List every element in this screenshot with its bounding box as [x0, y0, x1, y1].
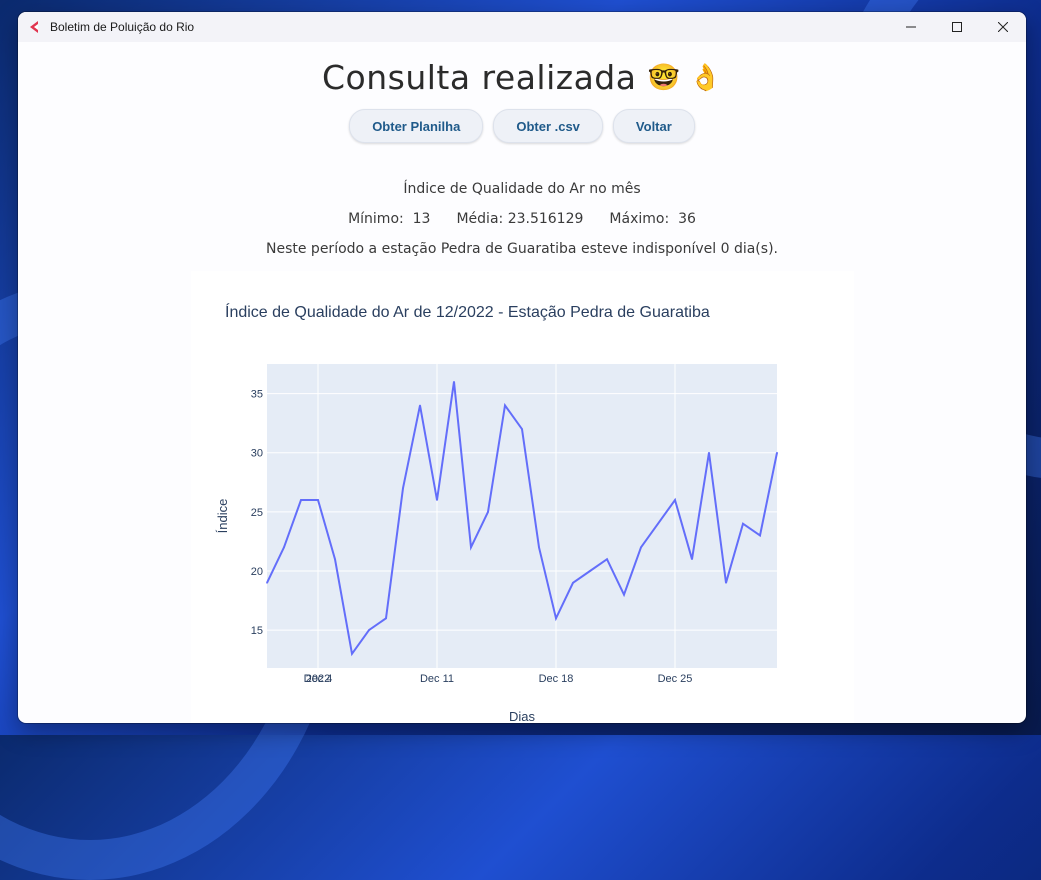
- min-label: Mínimo:: [348, 211, 404, 227]
- data-point: [538, 546, 540, 549]
- data-point: [640, 546, 642, 549]
- data-point: [606, 558, 608, 560]
- x-axis-label: Dias: [509, 709, 536, 723]
- data-point: [385, 617, 387, 620]
- data-point: [453, 380, 455, 383]
- data-point: [266, 582, 268, 584]
- unavailable-notice: Neste período a estação Pedra de Guarati…: [266, 241, 778, 257]
- chart-title: Índice de Qualidade do Ar de 12/2022 - E…: [225, 302, 710, 321]
- plot-area: [267, 364, 777, 668]
- min-value: 13: [412, 211, 431, 227]
- maximize-icon: [952, 22, 962, 32]
- y-tick-label: 35: [251, 389, 263, 401]
- data-point: [283, 546, 285, 549]
- chart-card: Índice de Qualidade do Ar de 12/2022 - E…: [191, 271, 854, 723]
- data-point: [334, 558, 336, 560]
- x-tick-label: Dec 25: [658, 673, 693, 685]
- x-axis-ticks: Dec 42022 Dec 11 Dec 18 Dec 25: [304, 673, 693, 685]
- data-point: [725, 582, 727, 584]
- maximize-button[interactable]: [934, 12, 980, 42]
- action-buttons: Obter Planilha Obter .csv Voltar: [18, 109, 1026, 143]
- heading-emojis: 🤓 👌: [647, 63, 722, 93]
- data-point: [555, 617, 557, 620]
- data-point: [521, 428, 523, 430]
- data-point: [402, 487, 404, 490]
- minimize-button[interactable]: [888, 12, 934, 42]
- close-icon: [998, 22, 1008, 32]
- data-point: [317, 499, 319, 501]
- y-tick-label: 15: [251, 625, 263, 637]
- heading-text: Consulta realizada: [321, 58, 637, 97]
- y-tick-label: 25: [251, 507, 263, 519]
- get-spreadsheet-button[interactable]: Obter Planilha: [349, 109, 484, 143]
- minimize-icon: [906, 26, 916, 28]
- data-point: [674, 499, 676, 501]
- data-point: [742, 522, 744, 525]
- get-csv-button[interactable]: Obter .csv: [493, 109, 603, 143]
- y-tick-label: 30: [251, 448, 263, 460]
- max-value: 36: [678, 211, 696, 227]
- stats-row: Mínimo: 13 Média: 23.516129 Máximo: 36: [18, 211, 1026, 227]
- min-stat: Mínimo: 13: [348, 211, 430, 227]
- window-title: Boletim de Poluição do Rio: [50, 20, 195, 34]
- data-point: [691, 558, 693, 560]
- data-point: [436, 499, 438, 501]
- data-point: [589, 570, 591, 572]
- data-point: [419, 404, 421, 407]
- data-point: [351, 653, 353, 655]
- x-tick-label: Dec 11: [420, 673, 454, 685]
- app-window: Boletim de Poluição do Rio Consulta real…: [18, 12, 1026, 723]
- aqi-line-chart: Índice de Qualidade do Ar de 12/2022 - E…: [215, 302, 778, 723]
- app-logo-icon: [30, 21, 38, 33]
- x-tick-year-label: 2022: [306, 673, 330, 685]
- back-button[interactable]: Voltar: [612, 109, 695, 143]
- close-button[interactable]: [980, 12, 1026, 42]
- data-point: [657, 522, 659, 525]
- avg-stat: Média: 23.516129: [456, 211, 583, 227]
- data-point: [572, 582, 574, 584]
- data-point: [759, 534, 761, 537]
- y-axis-ticks: 15 20 25 30 35: [251, 389, 263, 638]
- data-point: [504, 404, 506, 407]
- data-point: [368, 629, 370, 631]
- data-point: [300, 499, 302, 501]
- main-content: Consulta realizada 🤓 👌 Obter Planilha Ob…: [18, 42, 1026, 723]
- x-tick-label: Dec 18: [539, 673, 574, 685]
- data-point: [470, 546, 472, 549]
- y-axis-label: Índice: [215, 499, 230, 534]
- avg-value: 23.516129: [507, 211, 584, 227]
- page-heading: Consulta realizada 🤓 👌: [18, 58, 1026, 97]
- avg-label: Média:: [456, 211, 504, 227]
- aqi-subtitle: Índice de Qualidade do Ar no mês: [403, 181, 641, 197]
- y-tick-label: 20: [251, 566, 263, 578]
- data-point: [708, 451, 710, 454]
- max-stat: Máximo: 36: [609, 211, 696, 227]
- data-point: [776, 451, 778, 454]
- data-point: [623, 593, 625, 596]
- title-bar[interactable]: Boletim de Poluição do Rio: [18, 12, 1026, 42]
- data-point: [487, 511, 489, 513]
- max-label: Máximo:: [609, 211, 670, 227]
